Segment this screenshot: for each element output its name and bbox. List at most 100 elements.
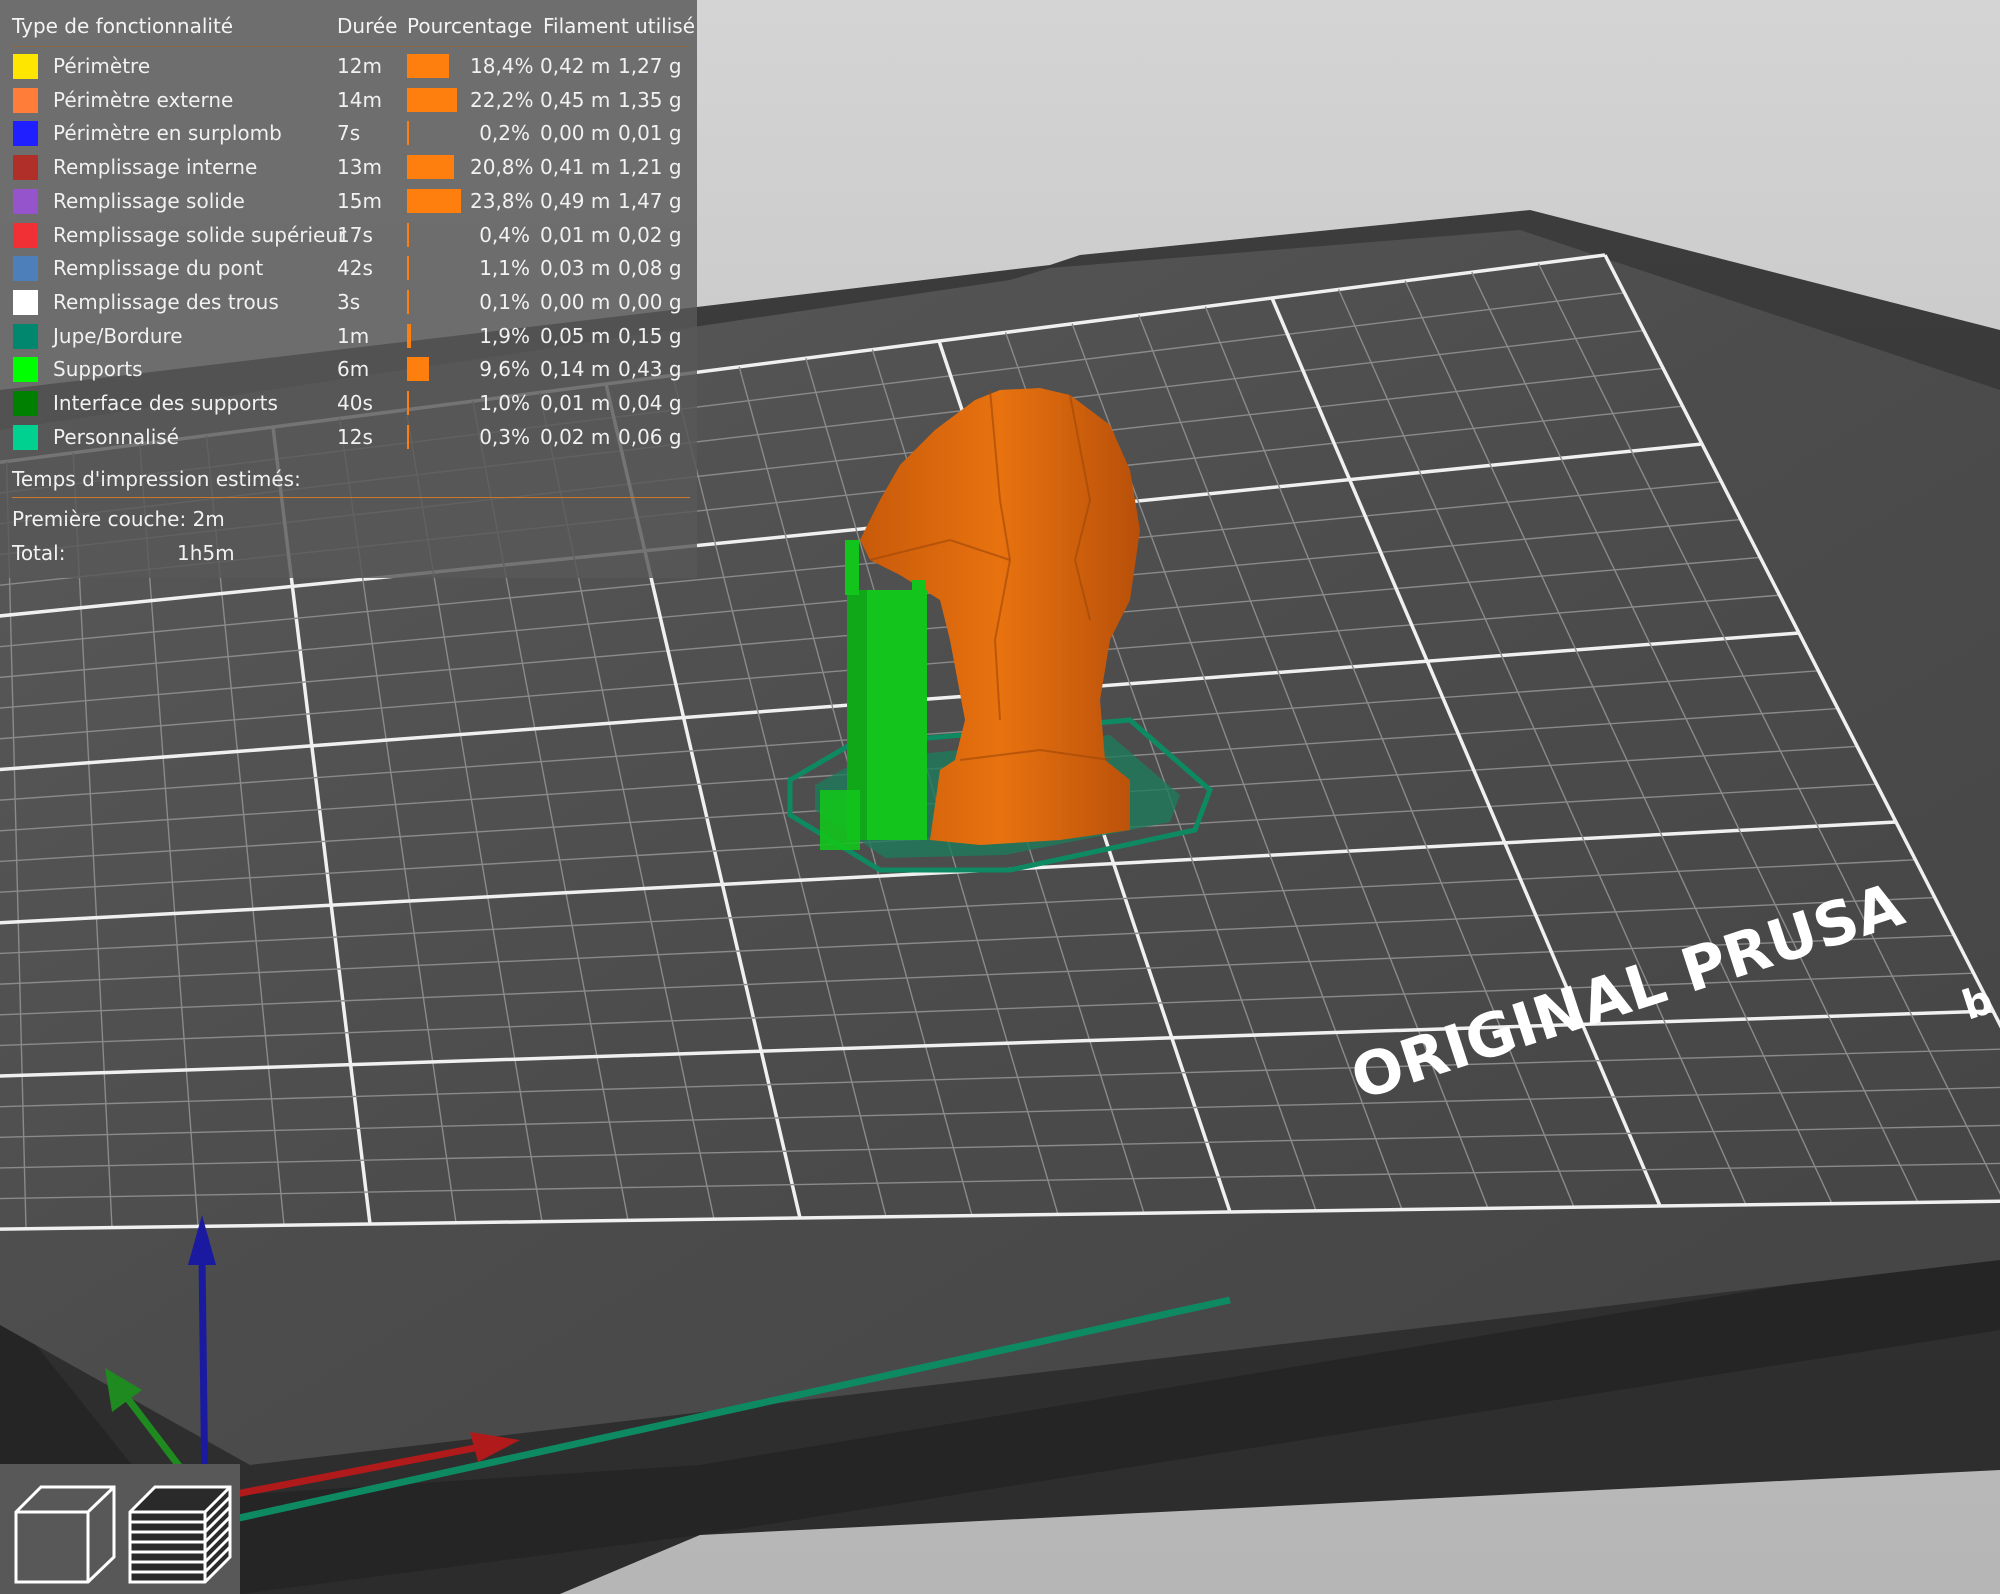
feature-weight: 0,00 g	[618, 289, 682, 314]
feature-name: Supports	[53, 357, 143, 382]
percentage-bar	[407, 357, 429, 382]
feature-percentage: 0,2%	[479, 121, 530, 146]
header-divider	[12, 46, 690, 47]
feature-percentage: 23,8%	[470, 188, 534, 213]
feature-length: 0,14 m	[540, 357, 611, 382]
feature-name: Remplissage solide	[53, 188, 245, 213]
legend-row[interactable]: Remplissage solide 15m 23,8% 0,49 m 1,47 g	[0, 185, 697, 219]
legend-row[interactable]: Remplissage des trous 3s 0,1% 0,00 m 0,00 g	[0, 286, 697, 320]
feature-weight: 1,27 g	[618, 54, 682, 78]
feature-name: Personnalisé	[53, 424, 179, 449]
3d-view-button[interactable]	[6, 1472, 118, 1584]
color-swatch	[13, 289, 38, 315]
color-swatch	[13, 188, 38, 214]
feature-weight: 0,01 g	[618, 121, 682, 146]
color-swatch	[13, 357, 38, 383]
feature-length: 0,00 m	[540, 289, 611, 314]
percentage-bar	[407, 391, 410, 415]
legend-row[interactable]: Remplissage du pont 42s 1,1% 0,03 m 0,08 g	[0, 252, 697, 286]
feature-weight: 0,08 g	[618, 256, 682, 281]
feature-name: Remplissage des trous	[53, 289, 279, 314]
feature-duration: 40s	[337, 391, 373, 415]
color-swatch	[13, 391, 38, 416]
feature-name: Périmètre en surplomb	[53, 121, 282, 146]
feature-duration: 3s	[337, 289, 361, 314]
percentage-bar	[407, 188, 461, 213]
percentage-bar	[407, 424, 409, 449]
feature-length: 0,00 m	[540, 121, 611, 146]
feature-weight: 0,06 g	[618, 424, 682, 449]
feature-duration: 13m	[337, 155, 382, 180]
feature-length: 0,49 m	[540, 188, 611, 213]
percentage-bar	[407, 323, 412, 348]
header-feature-type: Type de fonctionnalité	[12, 14, 234, 38]
color-swatch	[13, 87, 38, 113]
legend-row[interactable]: Périmètre 12m 18,4% 0,42 m 1,27 g	[0, 50, 697, 84]
legend-row[interactable]: Périmètre externe 14m 22,2% 0,45 m 1,35 g	[0, 84, 697, 118]
feature-duration: 1m	[337, 323, 370, 348]
color-swatch	[13, 121, 38, 147]
feature-duration: 12s	[337, 424, 373, 449]
legend-row[interactable]: Jupe/Bordure 1m 1,9% 0,05 m 0,15 g	[0, 320, 697, 354]
feature-percentage: 22,2%	[470, 87, 534, 112]
feature-weight: 0,43 g	[618, 357, 682, 382]
percentage-bar	[407, 87, 458, 112]
feature-weight: 0,02 g	[618, 222, 682, 247]
feature-length: 0,02 m	[540, 424, 611, 449]
percentage-bar	[407, 121, 409, 146]
legend-row[interactable]: Personnalisé 12s 0,3% 0,02 m 0,06 g	[0, 421, 697, 455]
feature-length: 0,03 m	[540, 256, 611, 281]
feature-name: Remplissage solide supérieur	[53, 222, 347, 247]
total-value: 1h5m	[177, 541, 235, 565]
percentage-bar	[407, 256, 410, 281]
feature-weight: 1,35 g	[618, 87, 682, 112]
color-swatch	[13, 323, 38, 349]
cube-icon	[14, 1485, 116, 1584]
header-percentage: Pourcentage	[407, 14, 533, 38]
feature-name: Remplissage du pont	[53, 256, 264, 281]
feature-weight: 1,21 g	[618, 155, 682, 180]
feature-length: 0,41 m	[540, 155, 611, 180]
feature-duration: 14m	[337, 87, 382, 112]
legend-row[interactable]: Supports 6m 9,6% 0,14 m 0,43 g	[0, 353, 697, 387]
feature-percentage: 1,9%	[479, 323, 530, 348]
layers-view-button[interactable]	[122, 1472, 234, 1584]
color-swatch	[13, 222, 38, 248]
feature-name: Jupe/Bordure	[53, 323, 183, 348]
feature-percentage: 0,1%	[479, 289, 530, 314]
legend-row[interactable]: Périmètre en surplomb 7s 0,2% 0,00 m 0,01 g	[0, 117, 697, 151]
feature-percentage: 0,4%	[479, 222, 530, 247]
feature-duration: 15m	[337, 188, 382, 213]
view-mode-toolbar	[0, 1464, 240, 1594]
feature-duration: 42s	[337, 256, 373, 281]
feature-name: Remplissage interne	[53, 155, 258, 180]
first-layer-time: Première couche: 2m	[12, 507, 225, 531]
feature-percentage: 0,3%	[479, 424, 530, 449]
feature-length: 0,01 m	[540, 222, 611, 247]
color-swatch	[13, 155, 38, 181]
legend-row[interactable]: Remplissage solide supérieur 17s 0,4% 0,01 …	[0, 219, 697, 253]
color-swatch	[13, 256, 38, 282]
legend-panel: Type de fonctionnalité Durée Pourcentage…	[0, 0, 697, 578]
feature-length: 0,42 m	[540, 54, 611, 78]
feature-percentage: 18,4%	[470, 54, 534, 78]
feature-percentage: 1,0%	[479, 391, 530, 415]
feature-duration: 12m	[337, 54, 382, 78]
legend-row[interactable]: Interface des supports 40s 1,0% 0,01 m 0,04 …	[0, 387, 697, 421]
feature-weight: 0,04 g	[618, 391, 682, 415]
estimates-title: Temps d'impression estimés:	[12, 467, 301, 491]
color-swatch	[13, 54, 38, 79]
feature-percentage: 9,6%	[479, 357, 530, 382]
header-filament-used: Filament utilisé	[543, 14, 695, 38]
feature-duration: 6m	[337, 357, 370, 382]
layers-icon	[128, 1485, 232, 1584]
feature-weight: 1,47 g	[618, 188, 682, 213]
feature-length: 0,01 m	[540, 391, 611, 415]
feature-name: Périmètre externe	[53, 87, 234, 112]
estimates-divider	[12, 497, 690, 498]
total-label: Total:	[12, 541, 66, 565]
feature-length: 0,45 m	[540, 87, 611, 112]
percentage-bar	[407, 222, 409, 247]
legend-row[interactable]: Remplissage interne 13m 20,8% 0,41 m 1,21 g	[0, 151, 697, 185]
feature-name: Périmètre	[53, 54, 151, 78]
